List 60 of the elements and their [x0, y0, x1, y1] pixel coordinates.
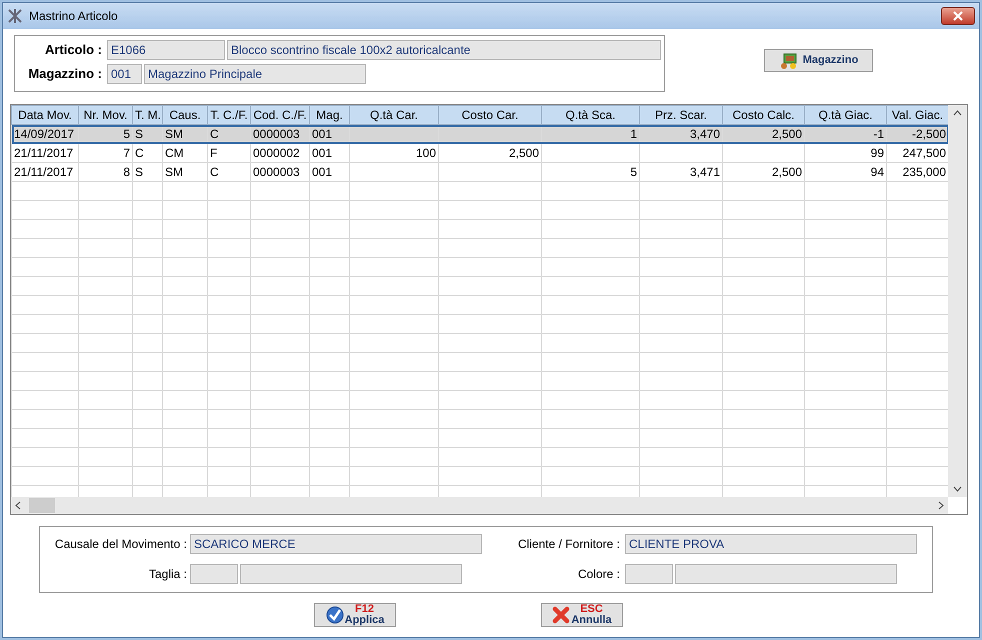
column-header[interactable]: Q.tà Car. [350, 106, 438, 124]
field-label: Causale del Movimento : [54, 536, 188, 553]
column-header[interactable]: Costo Car. [438, 106, 542, 124]
field-label: Articolo : [44, 41, 103, 60]
table-cell: 3,471 [640, 162, 722, 182]
column-header[interactable]: Costo Calc. [722, 106, 804, 124]
app-icon [7, 8, 23, 24]
table-cell: SM [162, 162, 208, 182]
column-header[interactable]: Data Mov. [12, 106, 78, 124]
horizontal-scrollbar[interactable] [11, 497, 948, 514]
table-row[interactable]: 21/11/2017 7 C CM F 0000002 001 100 2,500 99 247,500 [12, 144, 948, 162]
cliente-field[interactable]: CLIENTE PROVA [625, 534, 917, 554]
column-header[interactable]: Prz. Scar. [640, 106, 722, 124]
table-cell: 8 [78, 162, 132, 182]
apply-button[interactable]: F12 Applica [314, 603, 396, 627]
scroll-left-icon [15, 501, 21, 510]
description-field[interactable]: Magazzino Principale [144, 64, 366, 84]
column-header[interactable]: Mag. [310, 106, 350, 124]
table-row[interactable]: 14/09/2017 5 S SM C 0000003 001 1 3,470 2,500 -1 -2,500 [12, 124, 948, 144]
column-header[interactable]: Q.tà Giac. [804, 106, 886, 124]
size-code-field[interactable] [190, 564, 238, 584]
cancel-button[interactable]: ESC Annulla [541, 603, 623, 627]
magazzino-button[interactable]: Magazzino [764, 49, 873, 72]
column-header[interactable]: Caus. [162, 106, 208, 124]
code-field[interactable]: E1066 [107, 40, 225, 60]
scroll-up-icon [953, 110, 962, 116]
window-title: Mastrino Articolo [29, 8, 118, 25]
code-field[interactable]: 001 [107, 64, 142, 84]
column-header[interactable]: Val. Giac. [886, 106, 948, 124]
table-cell: 001 [310, 162, 350, 182]
column-header[interactable]: Q.tà Sca. [542, 106, 640, 124]
table-row[interactable]: 21/11/2017 8 S SM C 0000003 001 5 3,471 2,500 94 235,000 [12, 162, 948, 182]
close-button[interactable] [941, 7, 975, 25]
scroll-down-icon [953, 486, 962, 492]
size-description-field[interactable] [240, 564, 462, 584]
color-code-field[interactable] [625, 564, 673, 584]
description-field[interactable]: Blocco scontrino fiscale 100x2 autoricalcante [227, 40, 661, 60]
checkmark-icon [326, 606, 344, 624]
column-header[interactable]: T. M. [132, 106, 162, 124]
table-cell: 2,500 [722, 162, 804, 182]
table-cell: 0000003 [250, 162, 310, 182]
table-cell: C [208, 162, 250, 182]
field-label: Colore : [576, 566, 621, 583]
field-label: Taglia : [148, 566, 188, 583]
field-label: Cliente / Fornitore : [516, 536, 621, 553]
column-header[interactable]: T. C./F. [208, 106, 250, 124]
vertical-scrollbar[interactable] [948, 105, 967, 497]
table-cell: 94 [804, 162, 886, 182]
table-cell: 5 [542, 162, 640, 182]
table-cell: 21/11/2017 [12, 162, 78, 182]
cross-icon [552, 606, 570, 624]
column-header[interactable]: Cod. C./F. [250, 106, 310, 124]
scroll-thumb[interactable] [29, 498, 55, 513]
color-description-field[interactable] [675, 564, 897, 584]
table-cell: S [132, 162, 162, 182]
scroll-right-icon [938, 501, 944, 510]
column-header[interactable]: Nr. Mov. [78, 106, 132, 124]
field-label: Magazzino : [27, 65, 103, 84]
causale-field[interactable]: SCARICO MERCE [190, 534, 482, 554]
close-icon [953, 11, 963, 21]
